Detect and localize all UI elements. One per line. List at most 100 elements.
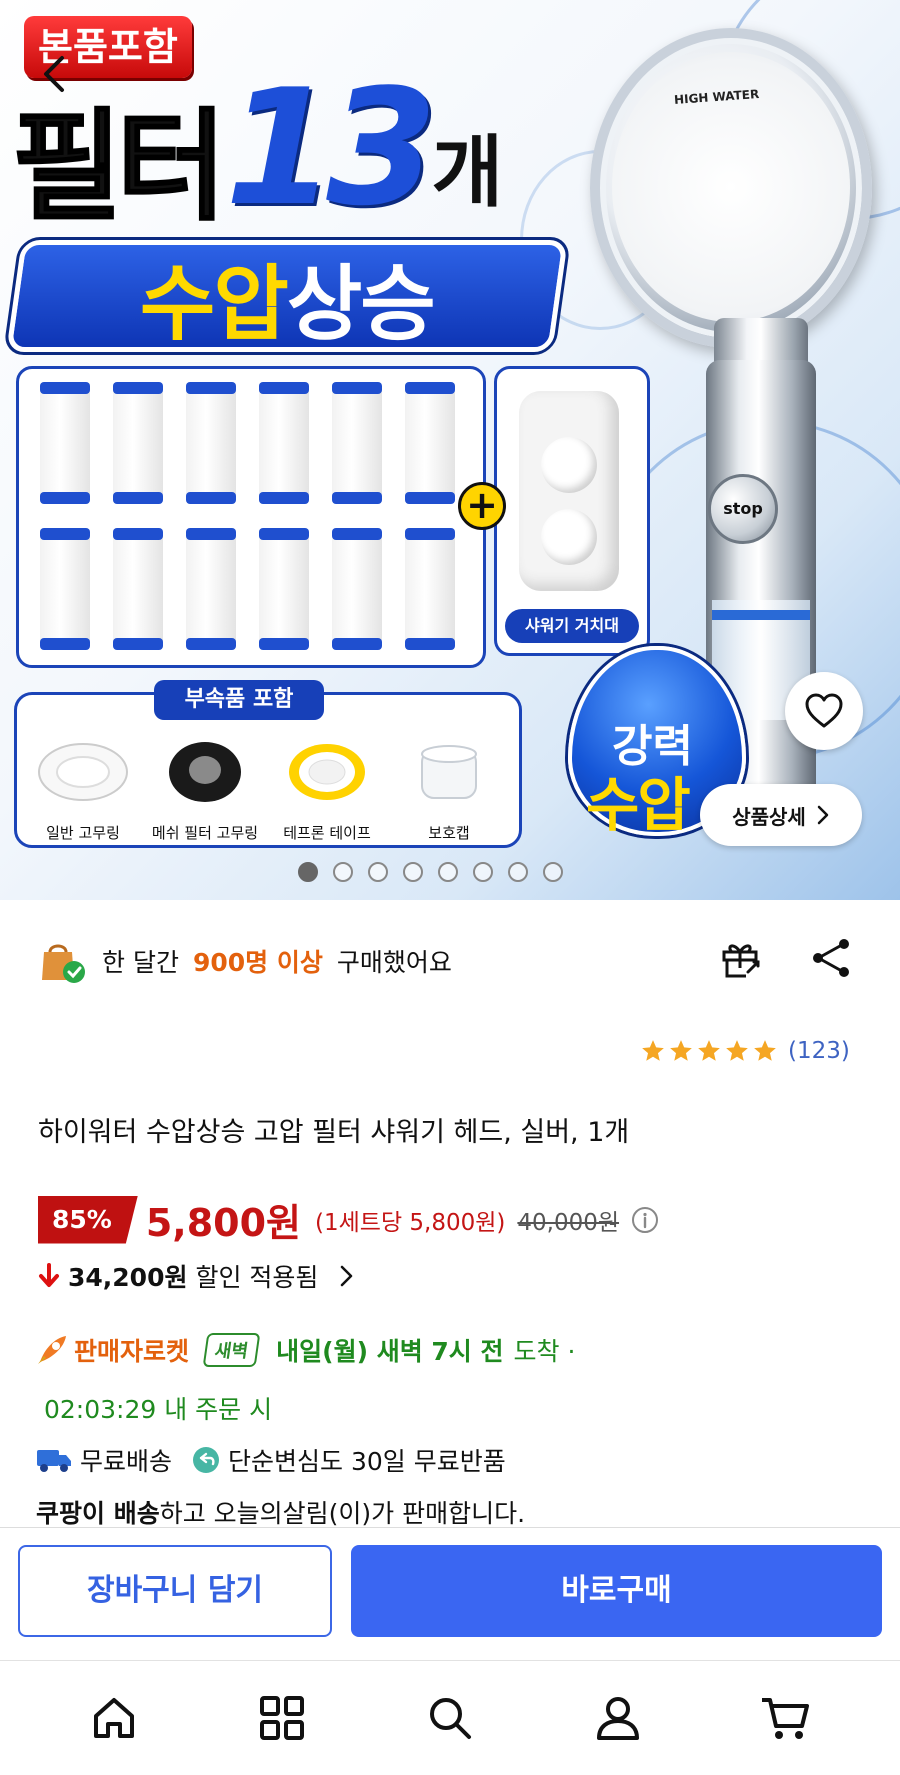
mesh-filter-ring-icon	[169, 742, 241, 802]
arrow-down-icon	[39, 1263, 59, 1287]
add-to-cart-button[interactable]: 장바구니 담기	[18, 1545, 332, 1637]
chevron-right-icon	[341, 1265, 353, 1287]
carousel-dot[interactable]	[438, 862, 458, 882]
rubber-ring-icon	[38, 743, 128, 801]
category-grid-icon[interactable]	[254, 1690, 310, 1746]
delivery-row: 판매자로켓 새벽 내일(월) 새벽 7시 전 도착 ·	[34, 1332, 575, 1368]
share-actions	[718, 936, 854, 980]
carousel-dot[interactable]	[473, 862, 493, 882]
plus-icon: +	[458, 482, 506, 530]
seller-info: 쿠팡이 배송하고 오늘의살림(이)가 판매합니다.	[36, 1494, 525, 1530]
filter-cartridge	[186, 528, 236, 650]
accessory-label: 보호캡	[428, 824, 470, 842]
headline: 필터 13 개	[11, 54, 504, 241]
profile-icon[interactable]	[590, 1690, 646, 1746]
protective-cap-icon	[421, 745, 477, 799]
home-icon[interactable]	[86, 1690, 142, 1746]
unit-price: (1세트당 5,800원)	[315, 1209, 506, 1236]
filter-cartridge	[405, 382, 455, 504]
share-icon[interactable]	[810, 936, 854, 980]
rating-stars	[640, 1038, 778, 1064]
banner-white-text: 상승	[287, 256, 434, 352]
shower-holder-label: 샤워기 거치대	[505, 609, 639, 643]
filter-cartridge	[259, 528, 309, 650]
seller-rocket-label: 판매자로켓	[74, 1337, 190, 1366]
star-icon	[698, 1040, 720, 1061]
carousel-pagination[interactable]	[298, 862, 563, 882]
rocket-icon	[38, 1336, 66, 1364]
shopping-bag-check-icon	[42, 944, 85, 983]
divider	[0, 1660, 900, 1661]
buyers-prefix: 한 달간	[102, 948, 179, 977]
shipping-row: 무료배송 단순변심도 30일 무료반품	[36, 1442, 506, 1478]
carousel-dot[interactable]	[298, 862, 318, 882]
product-title: 하이워터 수압상승 고압 필터 샤워기 헤드, 실버, 1개	[38, 1117, 630, 1148]
discount-badge: 85%	[38, 1195, 138, 1244]
star-icon	[726, 1040, 748, 1061]
saved-text: 할인 적용됨	[195, 1263, 319, 1292]
accessory-label: 메쉬 필터 고무링	[151, 824, 259, 842]
filter-cartridge	[405, 528, 455, 650]
price-row: 85% 5,800원 (1세트당 5,800원) 40,000원	[38, 1192, 659, 1247]
truck-icon	[37, 1450, 71, 1472]
back-arrow-icon[interactable]	[34, 52, 78, 96]
accessory-item: 보호캡	[394, 740, 504, 843]
free-shipping: 무료배송	[80, 1447, 173, 1476]
filter-cartridge	[40, 528, 90, 650]
carousel-dot[interactable]	[508, 862, 528, 882]
buyers-notice: 한 달간 900명 이상 구매했어요	[38, 936, 452, 986]
carousel-dot[interactable]	[403, 862, 423, 882]
carousel-dot[interactable]	[543, 862, 563, 882]
product-detail-label: 상품상세	[732, 804, 806, 829]
product-detail-button[interactable]: 상품상세	[700, 784, 862, 846]
buy-now-button[interactable]: 바로구매	[351, 1545, 882, 1637]
accessory-item: 테프론 테이프	[272, 740, 382, 843]
cart-icon[interactable]	[758, 1690, 814, 1746]
sale-price: 5,800원	[145, 1201, 302, 1245]
star-icon	[754, 1040, 776, 1061]
star-icon	[642, 1040, 664, 1061]
discount-applied[interactable]: 34,200원 할인 적용됨	[38, 1258, 356, 1294]
heart-icon	[805, 693, 843, 728]
filter-cartridge	[113, 528, 163, 650]
search-icon[interactable]	[422, 1690, 478, 1746]
seller-rest: 하고 오늘의살림(이)가 판매합니다.	[159, 1499, 526, 1528]
pressure-banner: 수압상승	[3, 237, 571, 355]
gift-icon[interactable]	[718, 936, 762, 980]
filter-cartridge	[40, 382, 90, 504]
free-return: 단순변심도 30일 무료반품	[228, 1447, 506, 1476]
star-icon	[670, 1040, 692, 1061]
drop-text-pressure: 수압	[586, 771, 691, 839]
rating-count[interactable]: (123)	[788, 1038, 850, 1064]
order-countdown: 02:03:29 내 주문 시	[44, 1395, 273, 1424]
carousel-dot[interactable]	[333, 862, 353, 882]
accessory-label: 테프론 테이프	[283, 824, 371, 842]
filter-cartridge	[332, 528, 382, 650]
arrival-time: 내일(월) 새벽 7시 전	[276, 1337, 504, 1366]
dawn-delivery-badge: 새벽	[202, 1333, 261, 1367]
product-image-carousel[interactable]: 본품포함 필터 13 개 수압상승 + 샤워기 거치대 부속품 포함 일반 고무…	[0, 0, 900, 900]
accessory-item: 일반 고무링	[28, 740, 138, 843]
headline-unit: 개	[431, 128, 504, 218]
bottom-navigation	[0, 1668, 900, 1768]
chevron-right-icon	[817, 805, 829, 825]
headline-count: 13	[224, 54, 438, 241]
info-icon[interactable]	[631, 1206, 659, 1234]
carousel-dot[interactable]	[368, 862, 388, 882]
wishlist-button[interactable]	[785, 672, 863, 750]
divider	[0, 1527, 900, 1528]
shower-holder-box: 샤워기 거치대	[494, 366, 650, 656]
buyers-suffix: 구매했어요	[336, 948, 452, 977]
rating[interactable]: (123)	[640, 1038, 850, 1064]
arrival-tail: 도착 ·	[513, 1337, 576, 1366]
banner-yellow-text: 수압	[140, 256, 287, 352]
stop-button-image: stop	[708, 474, 778, 544]
filter-cartridge	[186, 382, 236, 504]
original-price: 40,000원	[517, 1209, 620, 1236]
teflon-tape-icon	[289, 744, 365, 800]
accessories-title: 부속품 포함	[154, 680, 324, 720]
buyers-highlight: 900명 이상	[192, 948, 323, 977]
seller-bold: 쿠팡이 배송	[36, 1499, 160, 1528]
accessory-label: 일반 고무링	[46, 824, 120, 842]
accessory-item: 메쉬 필터 고무링	[150, 740, 260, 843]
